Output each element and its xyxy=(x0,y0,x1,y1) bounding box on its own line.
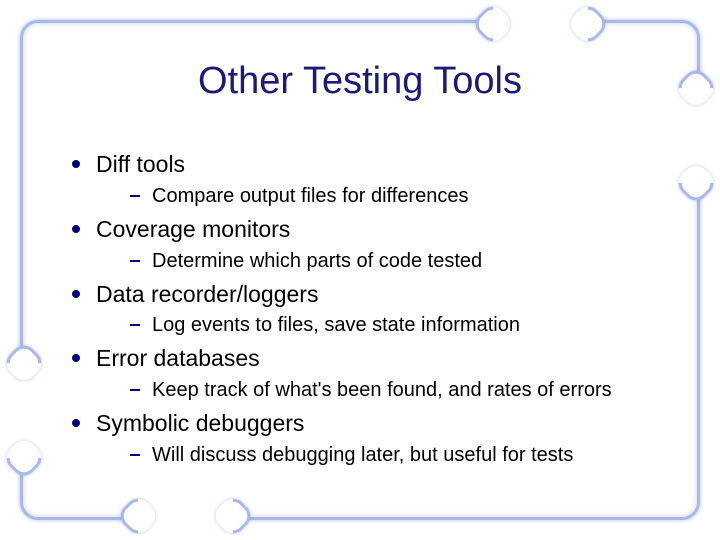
list-item-label: Error databases xyxy=(96,345,260,371)
list-item-label: Data recorder/loggers xyxy=(96,281,318,307)
slide: Other Testing Tools Diff tools Compare o… xyxy=(0,0,720,540)
list-item-label: Diff tools xyxy=(96,151,185,177)
list-subitem: Log events to files, save state informat… xyxy=(130,312,680,338)
list-subitem: Determine which parts of code tested xyxy=(130,248,680,274)
slide-title: Other Testing Tools xyxy=(0,60,720,103)
list-item: Coverage monitors Determine which parts … xyxy=(70,215,680,274)
list-item-label: Coverage monitors xyxy=(96,216,290,242)
list-subitem: Keep track of what's been found, and rat… xyxy=(130,377,680,403)
list-subitem: Will discuss debugging later, but useful… xyxy=(130,442,680,468)
list-item: Diff tools Compare output files for diff… xyxy=(70,150,680,209)
list-item: Error databases Keep track of what's bee… xyxy=(70,344,680,403)
bullet-list: Diff tools Compare output files for diff… xyxy=(70,150,680,468)
list-item-label: Symbolic debuggers xyxy=(96,410,304,436)
list-subitem: Compare output files for differences xyxy=(130,183,680,209)
slide-body: Diff tools Compare output files for diff… xyxy=(70,150,680,474)
list-item: Symbolic debuggers Will discuss debuggin… xyxy=(70,409,680,468)
list-item: Data recorder/loggers Log events to file… xyxy=(70,280,680,339)
